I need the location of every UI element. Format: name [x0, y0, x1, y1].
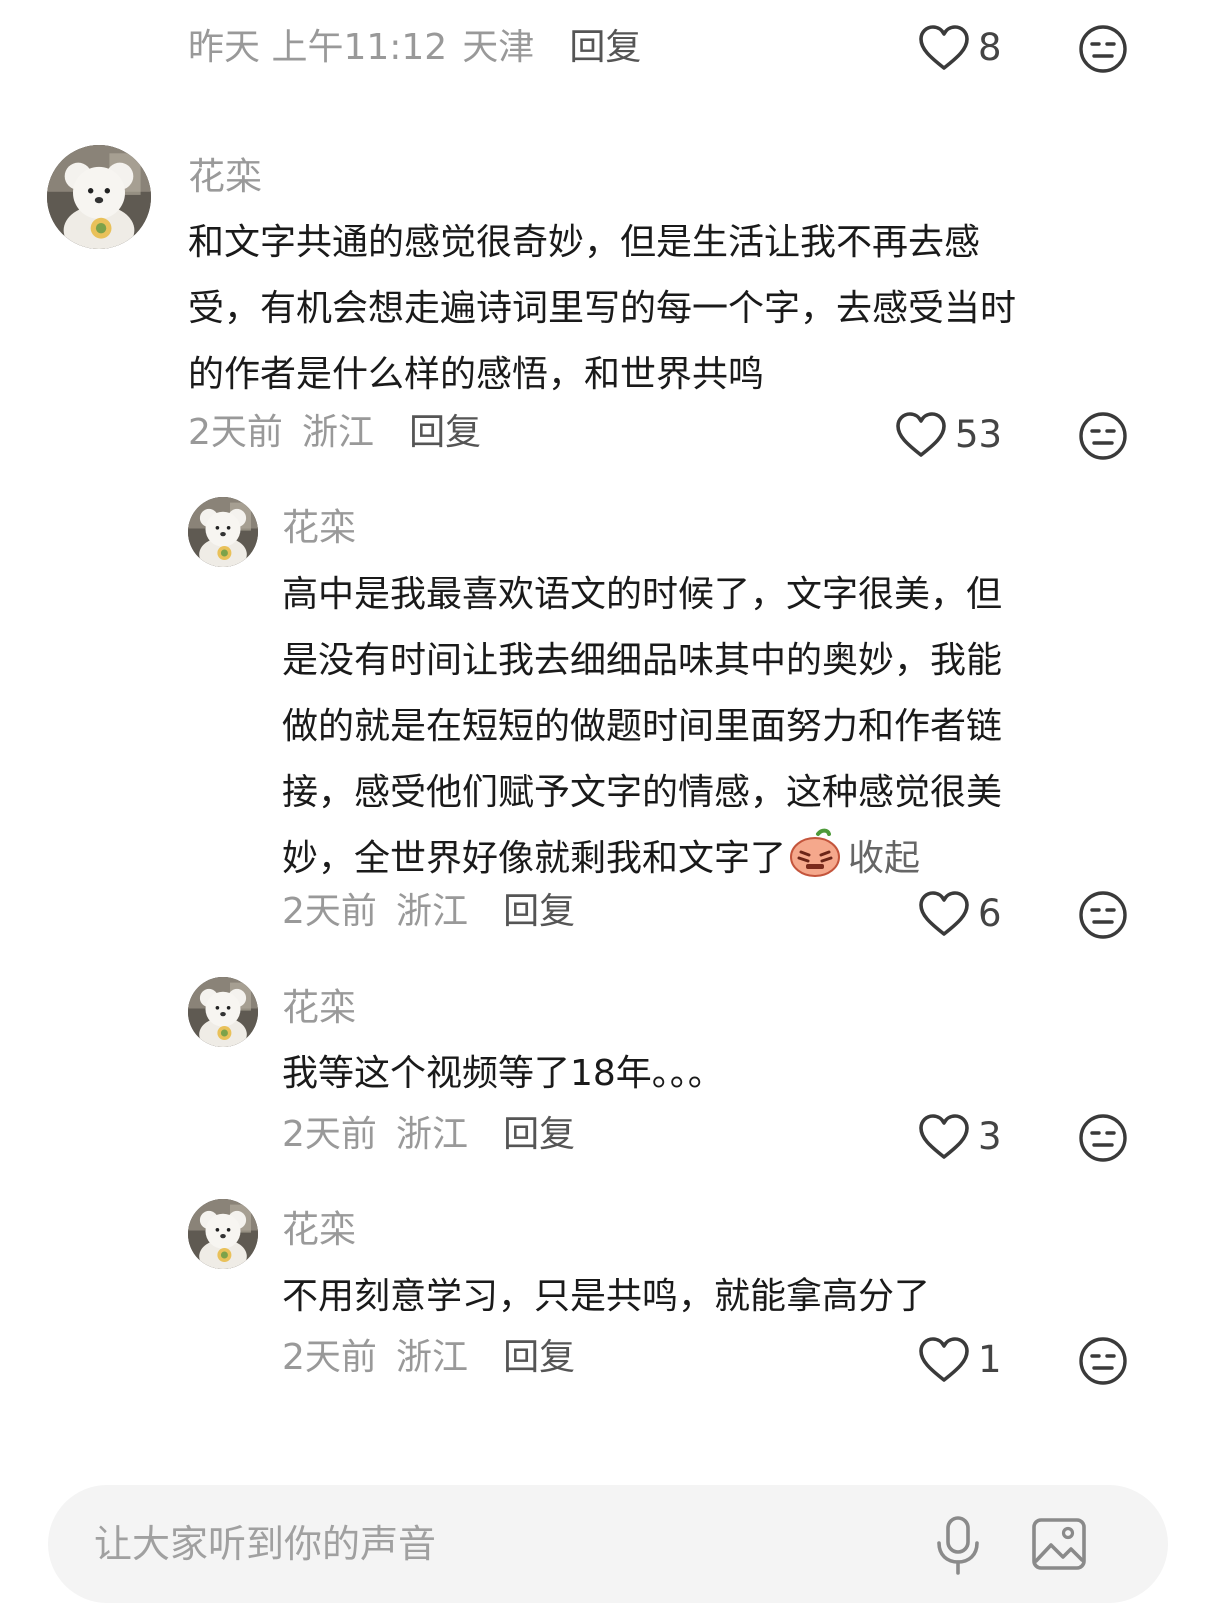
comment-location: 天津 [462, 27, 535, 68]
reply-text: 不用刻意学习，只是共鸣，就能拿高分了 [282, 1264, 930, 1330]
username[interactable]: 花栾 [282, 984, 356, 1032]
reply-time: 2天前 [282, 891, 377, 932]
reply-location: 浙江 [396, 891, 469, 932]
reply-time: 2天前 [282, 1114, 377, 1155]
reply-time: 2天前 [282, 1337, 377, 1378]
microphone-icon[interactable] [934, 1515, 982, 1577]
heart-icon [895, 411, 947, 459]
reply-button[interactable]: 回复 [503, 1114, 575, 1155]
comment-time: 昨天 上午11:12 [188, 27, 448, 68]
like-button[interactable]: 8 [918, 20, 1002, 76]
top-comment-footer: 昨天 上午11:12 天津 回复 [188, 24, 641, 72]
comment-input-placeholder[interactable]: 让大家听到你的声音 [94, 1485, 436, 1603]
avatar[interactable] [188, 977, 258, 1047]
reply-button[interactable]: 回复 [503, 1337, 575, 1378]
reply-line: 妙，全世界好像就剩我和文字了 [282, 838, 787, 879]
comment-line: 和文字共通的感觉很奇妙，但是生活让我不再去感 [188, 222, 981, 263]
like-count: 8 [978, 26, 1002, 69]
comment-footer: 2天前 浙江 回复 [188, 409, 481, 457]
username[interactable]: 花栾 [188, 153, 262, 201]
like-count: 6 [978, 892, 1002, 935]
reply-button[interactable]: 回复 [409, 412, 481, 453]
heart-icon [918, 890, 970, 938]
comment-time: 2天前 [188, 412, 283, 453]
like-count: 53 [955, 413, 1003, 456]
neutral-face-icon[interactable] [1078, 890, 1128, 940]
avatar-image [188, 1199, 258, 1269]
neutral-face-icon[interactable] [1078, 1113, 1128, 1163]
reply-footer: 2天前 浙江 回复 [282, 1334, 575, 1382]
username[interactable]: 花栾 [282, 1206, 356, 1254]
comment-text: 和文字共通的感觉很奇妙，但是生活让我不再去感 受，有机会想走遍诗词里写的每一个字… [188, 210, 1016, 408]
avatar[interactable] [188, 1199, 258, 1269]
collapse-button[interactable]: 收起 [848, 838, 920, 879]
neutral-face-icon[interactable] [1078, 411, 1128, 461]
like-button[interactable]: 6 [918, 886, 1002, 942]
avatar-image [47, 145, 151, 249]
reply-footer: 2天前 浙江 回复 [282, 1111, 575, 1159]
reply-footer: 2天前 浙江 回复 [282, 888, 575, 936]
reply-text: 高中是我最喜欢语文的时候了，文字很美，但 是没有时间让我去细细品味其中的奥妙，我… [282, 562, 1002, 892]
neutral-face-icon[interactable] [1078, 1336, 1128, 1386]
like-button[interactable]: 53 [895, 407, 1002, 463]
reply-button[interactable]: 回复 [569, 27, 641, 68]
comment-line: 受，有机会想走遍诗词里写的每一个字，去感受当时 [188, 288, 1017, 329]
reply-line: 不用刻意学习，只是共鸣，就能拿高分了 [282, 1276, 931, 1317]
reply-last-line: 妙，全世界好像就剩我和文字了 收起 [282, 826, 1002, 892]
reply-line: 接，感受他们赋予文字的情感，这种感觉很美 [282, 772, 1003, 813]
comment-input-bar[interactable]: 让大家听到你的声音 [48, 1485, 1168, 1603]
reply-line: 我等这个视频等了18年。。。 [282, 1053, 724, 1094]
neutral-face-icon[interactable] [1078, 24, 1128, 74]
reply-line: 高中是我最喜欢语文的时候了，文字很美，但 [282, 574, 1003, 615]
avatar[interactable] [188, 497, 258, 567]
heart-icon [918, 24, 970, 72]
reply-line: 是没有时间让我去细细品味其中的奥妙，我能 [282, 640, 1003, 681]
like-button[interactable]: 1 [918, 1332, 1002, 1388]
heart-icon [918, 1336, 970, 1384]
avatar-image [188, 497, 258, 567]
reply-button[interactable]: 回复 [503, 891, 575, 932]
comment-location: 浙江 [302, 412, 375, 453]
reply-location: 浙江 [396, 1114, 469, 1155]
reply-text: 我等这个视频等了18年。。。 [282, 1041, 724, 1107]
image-icon[interactable] [1031, 1517, 1087, 1571]
avatar-image [188, 977, 258, 1047]
reply-location: 浙江 [396, 1337, 469, 1378]
like-count: 3 [978, 1115, 1002, 1158]
like-button[interactable]: 3 [918, 1109, 1002, 1165]
username[interactable]: 花栾 [282, 504, 356, 552]
like-count: 1 [978, 1338, 1002, 1381]
reply-line: 做的就是在短短的做题时间里面努力和作者链 [282, 706, 1003, 747]
heart-icon [918, 1113, 970, 1161]
crying-face-emoji [790, 828, 841, 877]
comment-line: 的作者是什么样的感悟，和世界共鸣 [188, 354, 765, 395]
avatar[interactable] [47, 145, 151, 249]
